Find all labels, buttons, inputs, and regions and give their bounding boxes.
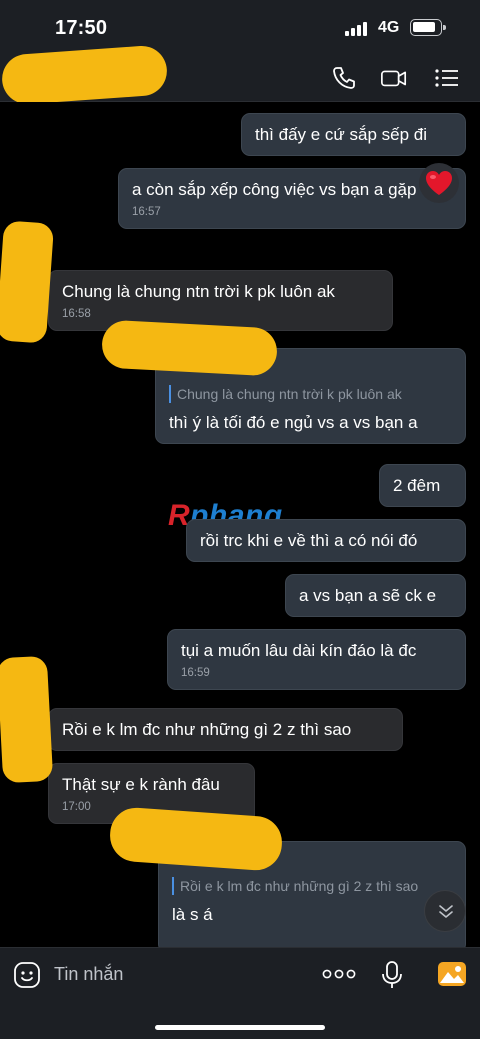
- message-bubble-outgoing[interactable]: a vs bạn a sẽ ck e: [285, 574, 466, 617]
- quoted-reply[interactable]: Chung là chung ntn trời k pk luôn ak: [169, 385, 452, 403]
- message-time: 16:58: [62, 308, 91, 320]
- home-indicator: [155, 1025, 325, 1030]
- sticker-icon[interactable]: [13, 961, 41, 989]
- message-bubble-outgoing[interactable]: a còn sắp xếp công việc vs bạn a gặp e 1…: [118, 168, 466, 229]
- scroll-down-icon[interactable]: [424, 890, 466, 932]
- signal-icon: [345, 22, 371, 36]
- message-text: 2 đêm: [393, 476, 441, 495]
- message-bubble-outgoing[interactable]: tụi a muốn lâu dài kín đáo là đc 16:59: [167, 629, 466, 690]
- censored-avatar: [0, 655, 54, 784]
- phone-icon[interactable]: [330, 64, 358, 92]
- message-text: Thật sự e k rành đâu: [62, 775, 220, 794]
- censored-sender-name: [100, 319, 279, 377]
- message-input[interactable]: Tin nhắn: [54, 964, 123, 985]
- network-type: 4G: [378, 19, 400, 36]
- message-text: Chung là chung ntn trời k pk luôn ak: [62, 282, 335, 301]
- censored-sender-name: [108, 806, 284, 872]
- quoted-reply[interactable]: Rồi e k lm đc như những gì 2 z thì sao: [172, 877, 452, 895]
- message-text: tụi a muốn lâu dài kín đáo là đc: [181, 641, 417, 660]
- microphone-icon[interactable]: [381, 960, 403, 990]
- image-icon[interactable]: [437, 960, 467, 988]
- message-text: Rồi e k lm đc như những gì 2 z thì sao: [62, 720, 352, 739]
- chat-header: [0, 44, 480, 106]
- censored-avatar: [0, 220, 55, 344]
- message-text: a còn sắp xếp công việc vs bạn a gặp e: [132, 180, 431, 199]
- battery-icon: [410, 19, 446, 36]
- message-bubble-outgoing[interactable]: rồi trc khi e về thì a có nói đó: [186, 519, 466, 562]
- message-text: thì đấy e cứ sắp sếp đi: [255, 125, 428, 144]
- status-time: 17:50: [55, 17, 108, 39]
- video-call-icon[interactable]: [380, 64, 408, 92]
- status-bar: 17:50 4G: [0, 0, 480, 56]
- censored-contact-name: [0, 44, 169, 106]
- message-list[interactable]: thì đấy e cứ sắp sếp đi a còn sắp xếp cô…: [0, 102, 480, 947]
- message-bubble-outgoing[interactable]: thì đấy e cứ sắp sếp đi: [241, 113, 466, 156]
- menu-list-icon[interactable]: [433, 64, 461, 92]
- message-bubble-incoming[interactable]: Rồi e k lm đc như những gì 2 z thì sao: [48, 708, 403, 751]
- message-text: a vs bạn a sẽ ck e: [299, 586, 437, 605]
- heart-reaction-icon[interactable]: [419, 163, 459, 203]
- message-bubble-outgoing[interactable]: 2 đêm: [379, 464, 466, 507]
- message-bubble-incoming[interactable]: Chung là chung ntn trời k pk luôn ak 16:…: [48, 270, 393, 331]
- message-text: là s á: [172, 905, 213, 924]
- message-text: thì ý là tối đó e ngủ vs a vs bạn a: [169, 413, 418, 432]
- message-text: rồi trc khi e về thì a có nói đó: [200, 531, 418, 550]
- message-composer: Tin nhắn: [0, 947, 480, 1039]
- message-time: 16:57: [132, 206, 161, 218]
- message-time: 16:59: [181, 667, 210, 679]
- more-dots-icon[interactable]: [322, 967, 356, 981]
